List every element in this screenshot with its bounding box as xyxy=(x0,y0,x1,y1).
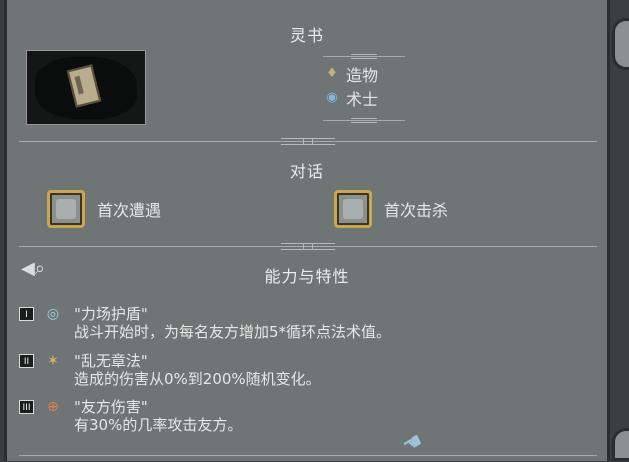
type-divider-bottom xyxy=(323,118,405,123)
dialogue-first-encounter[interactable]: 首次遭遇 xyxy=(47,190,161,228)
type-divider-top xyxy=(323,54,405,59)
ability-number: III xyxy=(19,400,34,414)
unit-name: 灵书 xyxy=(289,26,324,45)
ability-name: "乱无章法" xyxy=(74,352,148,370)
section-divider xyxy=(19,452,597,459)
section-divider xyxy=(19,138,597,145)
ability-desc: 有30%的几率攻击友方。 xyxy=(74,416,243,434)
side-tab-handle-bottom[interactable] xyxy=(612,428,629,461)
type-row-construct: ♦ 造物 xyxy=(324,62,378,86)
unit-portrait xyxy=(26,50,146,125)
section-divider xyxy=(19,243,597,250)
unit-type-list: ♦ 造物 ◉ 术士 xyxy=(324,62,378,110)
type-label: 造物 xyxy=(346,66,379,85)
unit-info-panel: 灵书 ♦ 造物 ◉ 术士 对话 首次遭遇 首次击杀 ◀⌕ 能力与特性 I ◎ "… xyxy=(4,0,610,461)
ability-desc: 战斗开始时，为每名友方增加5*循环点法术值。 xyxy=(74,323,392,341)
shield-orb-icon: ◎ xyxy=(46,306,60,322)
potion-icon: ♦ xyxy=(326,66,338,81)
friendly-fire-icon: ⊕ xyxy=(47,399,59,415)
type-label: 术士 xyxy=(346,90,379,109)
ability-number: I xyxy=(19,307,34,321)
ability-desc: 造成的伤害从0%到200%随机变化。 xyxy=(74,370,321,388)
dialogue-icon xyxy=(334,190,372,228)
ability-number: II xyxy=(19,354,34,368)
eye-icon: ◉ xyxy=(326,90,338,105)
ability-name: "力场护盾" xyxy=(74,305,148,323)
chaos-icon: ✶ xyxy=(47,353,59,369)
dialogue-title: 对话 xyxy=(289,162,324,181)
dialogue-label: 首次遭遇 xyxy=(97,201,162,220)
type-row-mage: ◉ 术士 xyxy=(324,86,378,110)
abilities-title: 能力与特性 xyxy=(264,267,350,286)
dialogue-icon xyxy=(47,190,85,228)
dialogue-label: 首次击杀 xyxy=(384,201,449,220)
dialogue-first-kill[interactable]: 首次击杀 xyxy=(334,190,448,228)
ability-name: "友方伤害" xyxy=(74,398,148,416)
side-tab-handle[interactable] xyxy=(612,18,629,70)
